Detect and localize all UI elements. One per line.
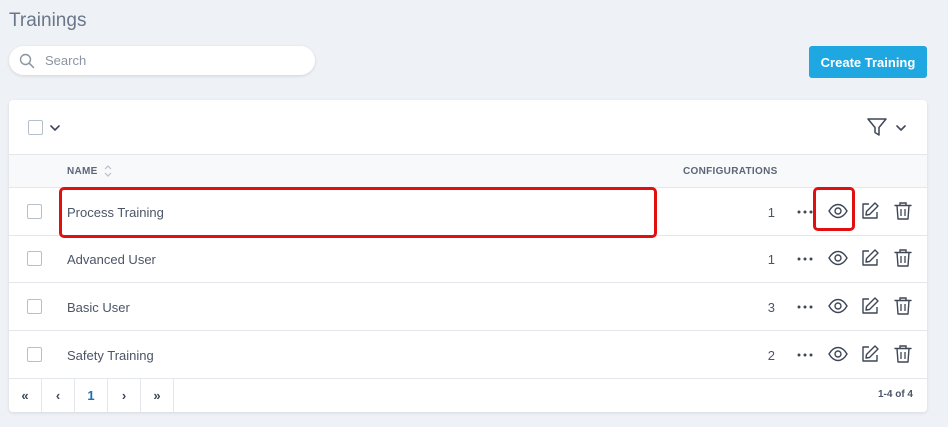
more-icon[interactable] — [795, 295, 815, 322]
select-all-checkbox[interactable] — [28, 120, 43, 135]
create-training-button[interactable]: Create Training — [809, 46, 927, 78]
configurations-count: 3 — [767, 300, 775, 315]
prev-page-button[interactable]: ‹ — [42, 379, 75, 412]
filter-icon[interactable] — [866, 116, 888, 143]
configurations-count: 2 — [767, 348, 775, 363]
more-icon[interactable] — [795, 200, 815, 227]
last-page-button[interactable]: » — [141, 379, 174, 412]
edit-icon[interactable] — [859, 343, 881, 370]
search-input[interactable] — [45, 53, 295, 68]
pagination: « ‹ 1 › » 1-4 of 4 — [9, 379, 927, 412]
eye-icon[interactable] — [827, 200, 849, 227]
search-icon — [9, 46, 45, 75]
row-checkbox[interactable] — [27, 299, 42, 314]
more-icon[interactable] — [795, 343, 815, 370]
filter-chevron-down-icon[interactable] — [895, 121, 907, 139]
training-name[interactable]: Advanced User — [67, 252, 156, 267]
sort-icon[interactable] — [103, 163, 113, 184]
edit-icon[interactable] — [859, 247, 881, 274]
pagination-range: 1-4 of 4 — [877, 389, 913, 400]
table-row: Advanced User 1 — [9, 235, 927, 283]
table-header: NAME CONFIGURATIONS — [9, 155, 927, 188]
row-checkbox[interactable] — [27, 251, 42, 266]
column-header-configurations: CONFIGURATIONS — [683, 166, 778, 177]
row-checkbox[interactable] — [27, 204, 42, 219]
page-number-button[interactable]: 1 — [75, 379, 108, 412]
column-header-name[interactable]: NAME — [67, 166, 98, 177]
table-row: Basic User 3 — [9, 283, 927, 331]
first-page-button[interactable]: « — [9, 379, 42, 412]
chevron-down-icon[interactable] — [49, 121, 61, 139]
edit-icon[interactable] — [859, 200, 881, 227]
configurations-count: 1 — [767, 252, 775, 267]
trash-icon[interactable] — [892, 343, 914, 370]
eye-icon[interactable] — [827, 295, 849, 322]
page-title: Trainings — [9, 10, 87, 31]
training-name[interactable]: Basic User — [67, 300, 130, 315]
trash-icon[interactable] — [892, 295, 914, 322]
table-row: Safety Training 2 — [9, 331, 927, 379]
table-toolbar — [9, 100, 927, 155]
configurations-count: 1 — [767, 205, 775, 220]
eye-icon[interactable] — [827, 343, 849, 370]
eye-icon[interactable] — [827, 247, 849, 274]
next-page-button[interactable]: › — [108, 379, 141, 412]
training-name[interactable]: Process Training — [67, 205, 164, 220]
trash-icon[interactable] — [892, 247, 914, 274]
more-icon[interactable] — [795, 247, 815, 274]
search-box[interactable] — [9, 46, 315, 75]
row-checkbox[interactable] — [27, 347, 42, 362]
table-row: Process Training 1 — [9, 188, 927, 236]
training-name[interactable]: Safety Training — [67, 348, 154, 363]
edit-icon[interactable] — [859, 295, 881, 322]
trash-icon[interactable] — [892, 200, 914, 227]
trainings-table-card: NAME CONFIGURATIONS Process Training 1 A… — [9, 100, 927, 412]
